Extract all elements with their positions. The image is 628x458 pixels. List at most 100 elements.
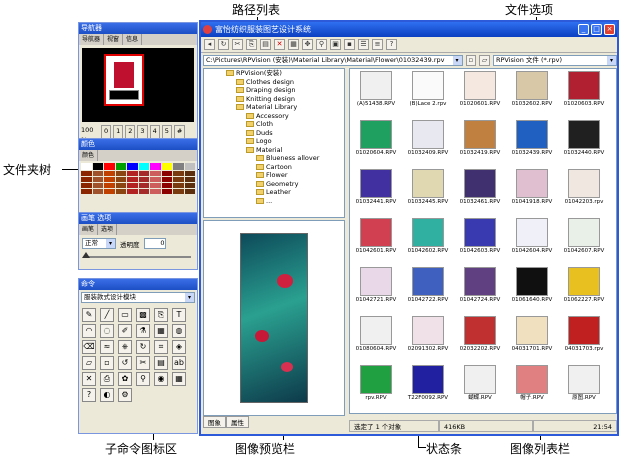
scissors-icon[interactable]: ✂ [136, 356, 150, 370]
color-swatch[interactable] [150, 183, 161, 188]
image-thumbnail[interactable]: 01032441.RPV [354, 169, 398, 208]
image-thumbnail[interactable]: 01042722.RPV [406, 267, 450, 306]
tab-properties[interactable]: 属性 [226, 416, 249, 428]
image-thumbnail[interactable]: 02032202.RPV [458, 316, 502, 355]
color-swatch[interactable] [115, 171, 126, 176]
image-thumbnail[interactable]: (B)Lace 2.rpv [406, 71, 450, 110]
color-swatch[interactable] [127, 183, 138, 188]
color-swatch[interactable] [115, 177, 126, 182]
color-swatch[interactable] [173, 177, 184, 182]
settings-icon[interactable]: ⚙ [118, 388, 132, 402]
color-swatch[interactable] [127, 163, 138, 170]
fill-icon[interactable]: ▩ [136, 308, 150, 322]
color-swatch[interactable] [161, 189, 172, 194]
paste-icon[interactable]: ▤ [260, 39, 271, 50]
save-icon[interactable]: ▫ [465, 54, 477, 66]
color-swatch[interactable] [138, 177, 149, 182]
color-swatch[interactable] [81, 163, 92, 170]
image-thumbnail[interactable]: 01042604.RPV [510, 218, 554, 257]
image-thumbnail[interactable]: 01062227.RPV [562, 267, 606, 306]
image-thumbnail[interactable]: 01042603.RPV [458, 218, 502, 257]
color-swatch[interactable] [173, 189, 184, 194]
curve-icon[interactable]: ◠ [82, 324, 96, 338]
ab-icon[interactable]: ab [172, 356, 186, 370]
color-swatch[interactable] [161, 183, 172, 188]
color-wheel-icon[interactable]: ◍ [172, 324, 186, 338]
save-icon[interactable]: ▫ [100, 356, 114, 370]
image-thumbnail[interactable]: 02091302.RPV [406, 316, 450, 355]
image-thumbnail[interactable]: 原图.RPV [562, 365, 606, 404]
tab-navigator[interactable]: 导航器 [79, 34, 105, 45]
bear-icon[interactable]: ◐ [100, 388, 114, 402]
image-thumbnail[interactable]: 01020601.RPV [458, 71, 502, 110]
slider-handle-icon[interactable] [82, 252, 90, 258]
tab-brush[interactable]: 画笔 [79, 224, 99, 235]
image-thumbnail[interactable]: 04031701.RPV [510, 316, 554, 355]
tree-item[interactable]: Logo [204, 137, 344, 146]
delete-icon[interactable]: ✕ [82, 372, 96, 386]
tree-item[interactable]: Cloth [204, 120, 344, 129]
color-swatch[interactable] [138, 163, 149, 170]
open-folder-icon[interactable]: ▱ [479, 54, 490, 66]
color-swatch[interactable] [184, 163, 195, 170]
text-icon[interactable]: T [172, 308, 186, 322]
print-icon[interactable]: ⎙ [100, 372, 114, 386]
tree-item[interactable]: Geometry [204, 180, 344, 189]
list-view-icon[interactable]: ☰ [358, 39, 369, 50]
image-list[interactable]: (A)51438.RPV (B)Lace 2.rpv 01020601.RPV 010… [349, 68, 617, 414]
copy-icon[interactable]: ⎘ [246, 39, 257, 50]
color-swatch[interactable] [161, 171, 172, 176]
image-thumbnail[interactable]: 01042607.RPV [562, 218, 606, 257]
color-swatch[interactable] [104, 177, 115, 182]
help-icon[interactable]: ? [386, 39, 397, 50]
color-swatch[interactable] [184, 171, 195, 176]
tree-item[interactable]: Material Library [204, 103, 344, 112]
color-swatch[interactable] [104, 183, 115, 188]
path-list-select[interactable]: C:\Pictures\RPVision (安装)\Material Libra… [203, 54, 463, 66]
properties-icon[interactable]: ▦ [288, 39, 299, 50]
cut-icon[interactable]: ✂ [232, 39, 243, 50]
maximize-button[interactable]: □ [591, 24, 602, 35]
image-thumbnail[interactable]: (A)51438.RPV [354, 71, 398, 110]
open-icon[interactable]: ▱ [82, 356, 96, 370]
tree-item[interactable]: Draping design [204, 86, 344, 95]
tree-item[interactable]: Blueness allover [204, 154, 344, 163]
image-thumbnail[interactable]: 01032602.RPV [510, 71, 554, 110]
large-icons-icon[interactable]: ▣ [330, 39, 341, 50]
image-thumbnail[interactable]: 01042601.RPV [354, 218, 398, 257]
back-icon[interactable]: ◂ [204, 39, 215, 50]
rect-icon[interactable]: ▭ [118, 308, 132, 322]
tree-item[interactable]: Material [204, 146, 344, 155]
smudge-icon[interactable]: ≈ [100, 340, 114, 354]
image-thumbnail[interactable]: 01032445.RPV [406, 169, 450, 208]
help-icon[interactable]: ? [82, 388, 96, 402]
tree-item[interactable]: Leather [204, 188, 344, 197]
color-swatch[interactable] [150, 189, 161, 194]
minimize-button[interactable]: _ [578, 24, 589, 35]
color-swatch[interactable] [127, 171, 138, 176]
document-icon[interactable]: ▤ [154, 356, 168, 370]
image-thumbnail[interactable]: 01020604.RPV [354, 120, 398, 159]
file-type-select[interactable]: RPVision 文件 (*.rpv) ▾ [492, 54, 618, 66]
color-swatch[interactable] [150, 171, 161, 176]
image-thumbnail[interactable]: 01042724.RPV [458, 267, 502, 306]
color-swatch[interactable] [138, 183, 149, 188]
color-swatch[interactable] [104, 189, 115, 194]
color-swatch[interactable] [138, 189, 149, 194]
tab-options[interactable]: 选项 [98, 224, 118, 235]
color-swatch[interactable] [115, 163, 126, 170]
color-swatch[interactable] [184, 177, 195, 182]
color-swatch[interactable] [173, 163, 184, 170]
color-swatch[interactable] [92, 183, 103, 188]
close-button[interactable]: × [604, 24, 615, 35]
tab-info[interactable]: 信息 [123, 34, 143, 45]
image-thumbnail[interactable]: rpv.RPV [354, 365, 398, 404]
tree-item[interactable]: Cartoon [204, 163, 344, 172]
tab-image[interactable]: 图象 [203, 416, 226, 428]
folder-tree[interactable]: RPVision(安装) Clothes design Draping design… [203, 68, 345, 218]
color-swatch[interactable] [92, 171, 103, 176]
dropper-icon[interactable]: ⚗ [136, 324, 150, 338]
image-thumbnail[interactable]: 01020603.RPV [562, 71, 606, 110]
image-thumbnail[interactable]: 01042203.rpv [562, 169, 606, 208]
color-swatch[interactable] [104, 163, 115, 170]
